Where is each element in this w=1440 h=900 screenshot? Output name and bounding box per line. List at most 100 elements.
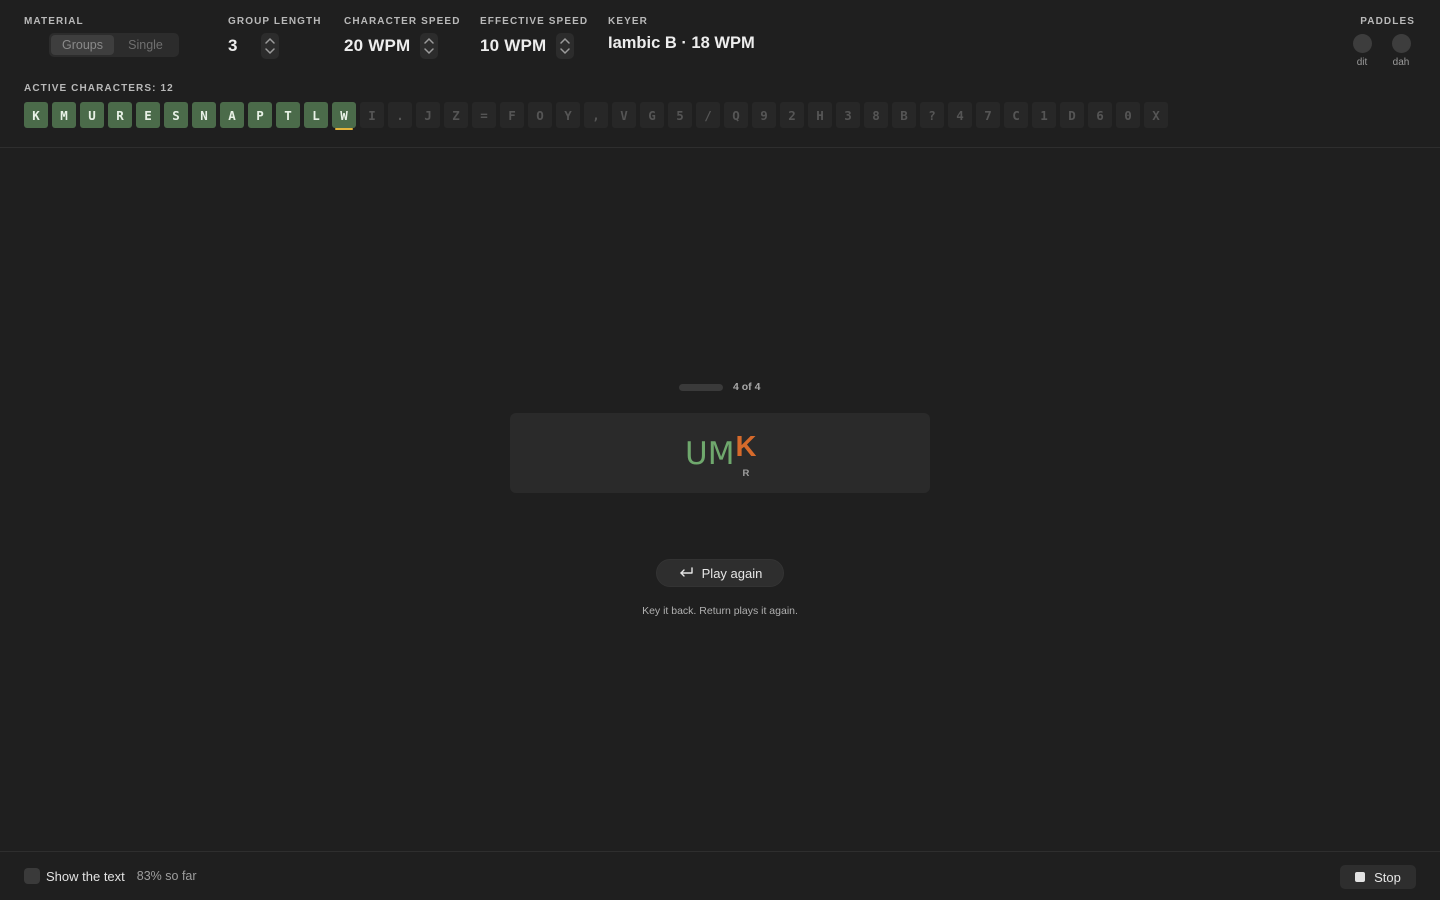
- character-speed-stepper[interactable]: [420, 33, 439, 59]
- expected-char: R: [742, 468, 750, 479]
- material-groups-option[interactable]: Groups: [51, 35, 114, 55]
- paddles-label: PADDLES: [1360, 16, 1415, 27]
- character-chip[interactable]: 9: [752, 102, 776, 128]
- character-chip[interactable]: .: [388, 102, 412, 128]
- wrong-typed-char: K: [735, 431, 757, 463]
- dit-paddle: dit: [1342, 34, 1382, 68]
- group-length-control: 3: [228, 33, 279, 59]
- character-chip[interactable]: M: [52, 102, 76, 128]
- character-chip[interactable]: 5: [668, 102, 692, 128]
- character-chip[interactable]: I: [360, 102, 384, 128]
- effective-speed-control: 10 WPM: [480, 33, 575, 59]
- material-segmented-control: Groups Single: [49, 33, 179, 57]
- material-label: MATERIAL: [24, 16, 84, 27]
- character-chip[interactable]: D: [1060, 102, 1084, 128]
- dit-indicator[interactable]: [1352, 34, 1372, 53]
- dah-indicator[interactable]: [1391, 34, 1411, 53]
- footer-bar: Show the text 83% so far Stop: [0, 851, 1440, 900]
- progress-bar: [679, 383, 723, 391]
- chevron-up-down-icon: [560, 37, 571, 55]
- character-chip[interactable]: B: [892, 102, 916, 128]
- character-chip[interactable]: H: [808, 102, 832, 128]
- material-single-option[interactable]: Single: [114, 35, 177, 55]
- character-chip[interactable]: J: [416, 102, 440, 128]
- character-chip[interactable]: ,: [584, 102, 608, 128]
- character-chip[interactable]: 6: [1088, 102, 1112, 128]
- character-chip[interactable]: Z: [444, 102, 468, 128]
- character-speed-label: CHARACTER SPEED: [344, 16, 461, 27]
- chevron-up-down-icon: [424, 37, 435, 55]
- character-chip[interactable]: C: [1004, 102, 1028, 128]
- character-chip[interactable]: F: [500, 102, 524, 128]
- character-chip[interactable]: /: [696, 102, 720, 128]
- play-again-label: Play again: [701, 565, 763, 581]
- show-text-toggle[interactable]: Show the text 83% so far: [24, 868, 197, 884]
- character-chip[interactable]: O: [528, 102, 552, 128]
- show-text-checkbox[interactable]: [24, 868, 40, 884]
- character-chip[interactable]: =: [472, 102, 496, 128]
- paddles-group: PADDLES dit dah: [1352, 16, 1415, 68]
- character-chip[interactable]: Y: [556, 102, 580, 128]
- dah-label: dah: [1392, 57, 1410, 68]
- hint-text: Key it back. Return plays it again.: [642, 605, 798, 617]
- character-speed-control: 20 WPM: [344, 33, 439, 59]
- accuracy-text: 83% so far: [136, 869, 197, 883]
- keyer-value[interactable]: Iambic B · 18 WPM: [608, 34, 755, 53]
- group-length-stepper[interactable]: [261, 33, 279, 59]
- character-chip[interactable]: 0: [1116, 102, 1140, 128]
- character-chip[interactable]: G: [640, 102, 664, 128]
- answer-card: U M K R: [510, 413, 930, 493]
- character-chip[interactable]: K: [24, 102, 48, 128]
- character-chip[interactable]: U: [80, 102, 104, 128]
- stop-icon: [1355, 872, 1366, 882]
- dah-paddle: dah: [1381, 34, 1421, 68]
- character-chip[interactable]: S: [164, 102, 188, 128]
- character-chip[interactable]: R: [108, 102, 132, 128]
- active-characters-label: ACTIVE CHARACTERS: 12: [24, 83, 174, 94]
- progress-indicator: 4 of 4: [679, 381, 760, 393]
- character-chip[interactable]: N: [192, 102, 216, 128]
- correct-char: U: [685, 436, 708, 472]
- character-chip[interactable]: X: [1144, 102, 1168, 128]
- effective-speed-group: EFFECTIVE SPEED: [480, 16, 588, 27]
- group-length-label: GROUP LENGTH: [228, 16, 322, 27]
- character-chip[interactable]: V: [612, 102, 636, 128]
- stop-label: Stop: [1374, 869, 1401, 885]
- answer-group: U M K R: [685, 431, 757, 480]
- chevron-up-down-icon: [265, 37, 275, 55]
- character-chip[interactable]: 2: [780, 102, 804, 128]
- character-chip[interactable]: 7: [976, 102, 1000, 128]
- wrong-char: K R: [735, 431, 757, 480]
- correct-char: M: [707, 436, 735, 472]
- character-chip[interactable]: T: [276, 102, 300, 128]
- character-chip[interactable]: Q: [724, 102, 748, 128]
- character-speed-group: CHARACTER SPEED: [344, 16, 461, 27]
- character-chip[interactable]: P: [248, 102, 272, 128]
- settings-bar: MATERIAL Groups Single GROUP LENGTH 3 CH…: [0, 0, 1440, 148]
- character-chip[interactable]: 4: [948, 102, 972, 128]
- dit-label: dit: [1356, 57, 1368, 68]
- keyer-label: KEYER: [608, 16, 648, 27]
- character-speed-value: 20 WPM: [344, 36, 411, 55]
- character-chip[interactable]: 8: [864, 102, 888, 128]
- return-icon: [679, 567, 693, 577]
- progress-text: 4 of 4: [733, 381, 761, 393]
- stop-button[interactable]: Stop: [1340, 865, 1416, 889]
- material-group: MATERIAL: [24, 16, 84, 27]
- keyer-group: KEYER: [608, 16, 648, 27]
- character-chip[interactable]: L: [304, 102, 328, 128]
- character-strip: K M U R E S N A P T L W I. J Z = F O Y, V G 5/Q 9 2 H 3 8 B? 4 7 C 1 D 6 0…: [24, 102, 1168, 130]
- effective-speed-stepper[interactable]: [556, 33, 575, 59]
- character-chip[interactable]: 1: [1032, 102, 1056, 128]
- group-length-value: 3: [228, 36, 238, 55]
- group-length-group: GROUP LENGTH: [228, 16, 322, 27]
- character-chip[interactable]: 3: [836, 102, 860, 128]
- show-text-label: Show the text: [46, 868, 125, 884]
- character-chip[interactable]: E: [136, 102, 160, 128]
- character-chip[interactable]: A: [220, 102, 244, 128]
- character-chip[interactable]: ?: [920, 102, 944, 128]
- effective-speed-value: 10 WPM: [480, 36, 547, 55]
- play-again-button[interactable]: Play again: [656, 559, 784, 587]
- character-chip[interactable]: W: [332, 102, 356, 130]
- progress-bar-fill: [679, 383, 723, 391]
